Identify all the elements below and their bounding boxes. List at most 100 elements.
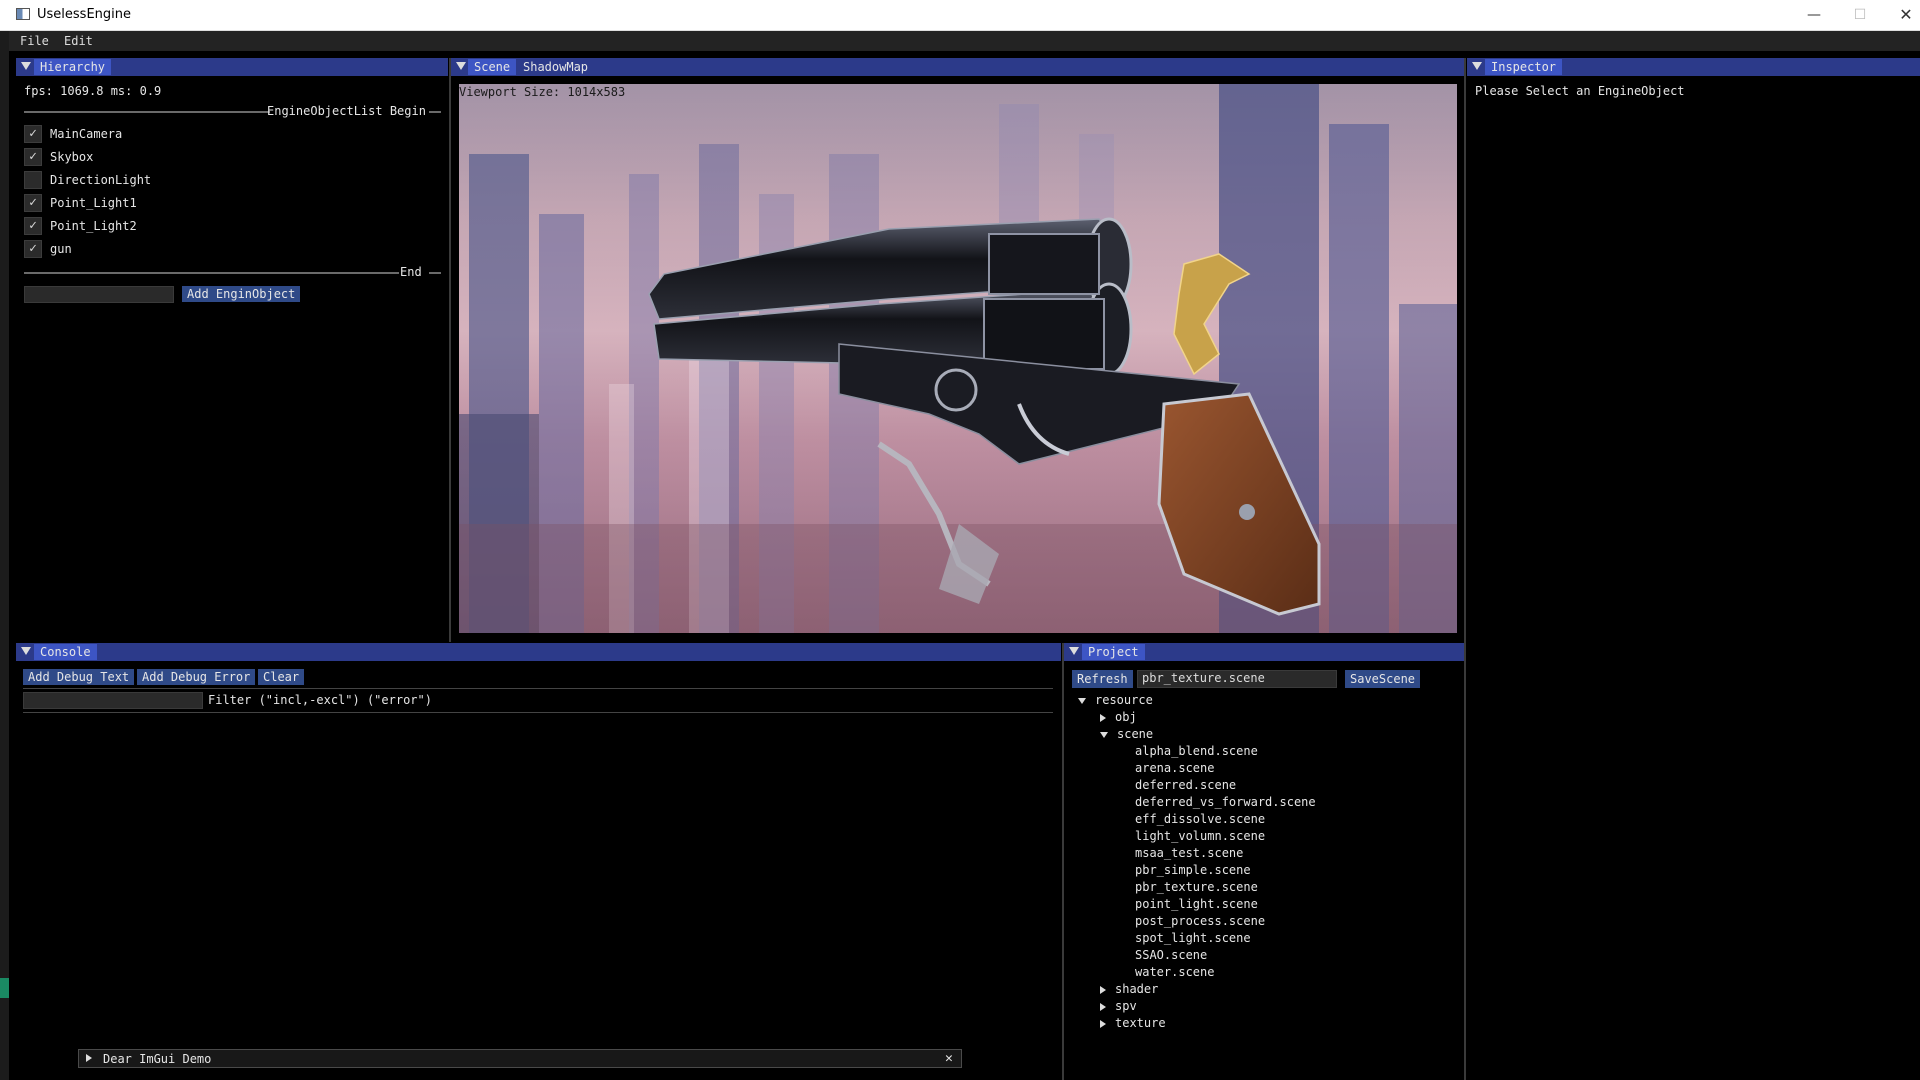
console-panel: Console Add Debug Text Add Debug Error C… [16,643,1061,1080]
tree-file[interactable]: arena.scene [1135,761,1214,775]
menu-edit[interactable]: Edit [64,34,93,48]
imgui-demo-window[interactable]: Dear ImGui Demo ✕ [78,1049,962,1068]
object-checkbox[interactable]: ✓ [24,148,42,166]
menu-file[interactable]: File [20,34,49,48]
tab-inspector[interactable]: Inspector [1485,59,1563,75]
folder-label: resource [1095,693,1153,707]
object-checkbox[interactable]: ✓ [24,194,42,212]
separator [24,272,399,274]
background-app-edge [0,978,9,998]
hierarchy-panel: Hierarchy fps: 1069.8 ms: 0.9 EngineObje… [16,58,448,640]
object-checkbox[interactable]: ✓ [24,217,42,235]
object-name[interactable]: Point_Light1 [50,196,137,210]
tab-hierarchy[interactable]: Hierarchy [34,59,112,75]
tree-file[interactable]: deferred_vs_forward.scene [1135,795,1316,809]
folder-label: shader [1115,982,1159,996]
object-name[interactable]: MainCamera [50,127,122,141]
save-scene-button[interactable]: SaveScene [1345,670,1421,688]
list-end-label: End [400,265,422,279]
collapse-icon[interactable] [456,62,466,70]
folder-label: spv [1115,999,1137,1013]
separator [429,272,441,274]
scene-name-input[interactable]: pbr_texture.scene [1137,670,1337,688]
close-window-button[interactable]: ✕ [1883,0,1920,30]
file-label: deferred_vs_forward.scene [1135,795,1316,809]
console-filter-input[interactable] [23,692,203,709]
tree-file[interactable]: water.scene [1135,965,1214,979]
tree-folder[interactable]: obj [1100,710,1137,724]
file-label: eff_dissolve.scene [1135,812,1266,826]
object-checkbox[interactable]: ✓ [24,240,42,258]
collapsed-arrow-icon[interactable] [1100,1019,1106,1028]
tree-file[interactable]: eff_dissolve.scene [1135,812,1265,826]
add-debug-error-button[interactable]: Add Debug Error [137,669,256,685]
tree-folder-scene[interactable]: scene [1100,727,1153,741]
object-checkbox[interactable] [24,171,42,189]
collapse-icon[interactable] [21,62,31,70]
expand-icon[interactable] [86,1054,92,1062]
fps-text: fps: 1069.8 ms: 0.9 [24,84,162,98]
file-label: SSAO.scene [1135,948,1208,962]
file-label: spot_light.scene [1135,931,1251,945]
file-label: alpha_blend.scene [1135,744,1258,758]
project-panel: Project Refresh pbr_texture.scene SaveSc… [1064,643,1464,1080]
project-header: Project [1064,643,1464,661]
collapse-icon[interactable] [1472,62,1482,70]
tree-file[interactable]: pbr_texture.scene [1135,880,1258,894]
object-name[interactable]: gun [50,242,72,256]
add-debug-text-button[interactable]: Add Debug Text [23,669,135,685]
tree-file[interactable]: msaa_test.scene [1135,846,1243,860]
tab-scene[interactable]: Scene [468,59,517,75]
folder-label: texture [1115,1016,1166,1030]
tree-file[interactable]: post_process.scene [1135,914,1265,928]
refresh-button[interactable]: Refresh [1072,670,1133,688]
window-title: UselessEngine [37,7,131,22]
folder-label: scene [1117,727,1154,741]
scene-viewport[interactable]: Viewport Size: 1014x583 [459,84,1457,633]
tree-file[interactable]: alpha_blend.scene [1135,744,1258,758]
collapsed-arrow-icon[interactable] [1100,1002,1106,1011]
object-name-input[interactable] [24,286,174,303]
maximize-button[interactable]: ☐ [1837,0,1883,30]
object-name[interactable]: Skybox [50,150,93,164]
close-icon[interactable]: ✕ [945,1051,953,1066]
file-label: post_process.scene [1135,914,1266,928]
object-checkbox[interactable]: ✓ [24,125,42,143]
add-engine-object-button[interactable]: Add EnginObject [182,286,301,302]
tree-file[interactable]: SSAO.scene [1135,948,1207,962]
tree-folder-resource[interactable]: resource [1078,693,1153,707]
file-label: msaa_test.scene [1135,846,1244,860]
file-label: pbr_texture.scene [1135,880,1258,894]
tab-shadowmap[interactable]: ShadowMap [517,59,594,75]
tree-folder[interactable]: spv [1100,999,1137,1013]
tree-folder[interactable]: shader [1100,982,1158,996]
panel-splitter[interactable] [449,58,451,642]
file-label: pbr_simple.scene [1135,863,1251,877]
file-label: light_volumn.scene [1135,829,1266,843]
expanded-arrow-icon[interactable] [1078,697,1086,704]
separator [23,688,1053,689]
tree-file[interactable]: point_light.scene [1135,897,1258,911]
tab-console[interactable]: Console [34,644,97,660]
tree-folder[interactable]: texture [1100,1016,1166,1030]
collapsed-arrow-icon[interactable] [1100,985,1106,994]
separator [23,712,1053,713]
collapse-icon[interactable] [1069,647,1079,655]
separator [429,111,441,113]
tab-project[interactable]: Project [1082,644,1145,660]
panel-splitter[interactable] [1464,58,1466,1080]
tree-file[interactable]: deferred.scene [1135,778,1236,792]
tree-file[interactable]: light_volumn.scene [1135,829,1265,843]
filter-label: Filter ("incl,-excl") ("error") [208,693,432,707]
minimize-button[interactable]: — [1791,0,1837,30]
tree-file[interactable]: pbr_simple.scene [1135,863,1251,877]
collapse-icon[interactable] [21,647,31,655]
object-name[interactable]: DirectionLight [50,173,151,187]
tree-file[interactable]: spot_light.scene [1135,931,1251,945]
collapsed-arrow-icon[interactable] [1100,713,1106,722]
clear-button[interactable]: Clear [258,669,305,685]
app-icon [16,8,30,20]
expanded-arrow-icon[interactable] [1100,731,1108,738]
object-name[interactable]: Point_Light2 [50,219,137,233]
viewport-size-label: Viewport Size: 1014x583 [459,85,626,99]
